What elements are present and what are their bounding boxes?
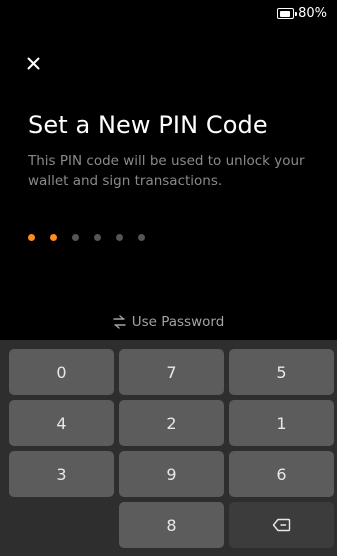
- key-3[interactable]: 3: [9, 451, 114, 497]
- key-0[interactable]: 0: [9, 349, 114, 395]
- backspace-button[interactable]: [229, 502, 334, 548]
- pin-dot: [72, 234, 79, 241]
- key-6[interactable]: 6: [229, 451, 334, 497]
- close-button[interactable]: [20, 50, 46, 76]
- pin-dot: [94, 234, 101, 241]
- close-icon: [27, 57, 39, 69]
- pin-dot: [50, 234, 57, 241]
- page-subtitle: This PIN code will be used to unlock you…: [28, 153, 305, 189]
- key-2[interactable]: 2: [119, 400, 224, 446]
- pin-dot: [138, 234, 145, 241]
- use-password-button[interactable]: Use Password: [0, 314, 337, 330]
- battery-indicator: 80%: [277, 6, 327, 21]
- use-password-label: Use Password: [131, 314, 225, 330]
- battery-icon: [277, 8, 298, 19]
- pin-dot: [28, 234, 35, 241]
- key-4[interactable]: 4: [9, 400, 114, 446]
- backspace-icon: [272, 518, 291, 532]
- pin-dot: [116, 234, 123, 241]
- key-8[interactable]: 8: [119, 502, 224, 548]
- key-5[interactable]: 5: [229, 349, 334, 395]
- keypad: 0 7 5 4 2 1 3 9 6 8: [0, 340, 337, 556]
- page-title: Set a New PIN Code: [28, 111, 268, 139]
- pin-dots: [28, 234, 145, 241]
- status-bar: 80%: [0, 0, 337, 32]
- key-7[interactable]: 7: [119, 349, 224, 395]
- key-1[interactable]: 1: [229, 400, 334, 446]
- key-9[interactable]: 9: [119, 451, 224, 497]
- swap-icon: [113, 315, 126, 329]
- battery-percentage: 80%: [298, 6, 327, 21]
